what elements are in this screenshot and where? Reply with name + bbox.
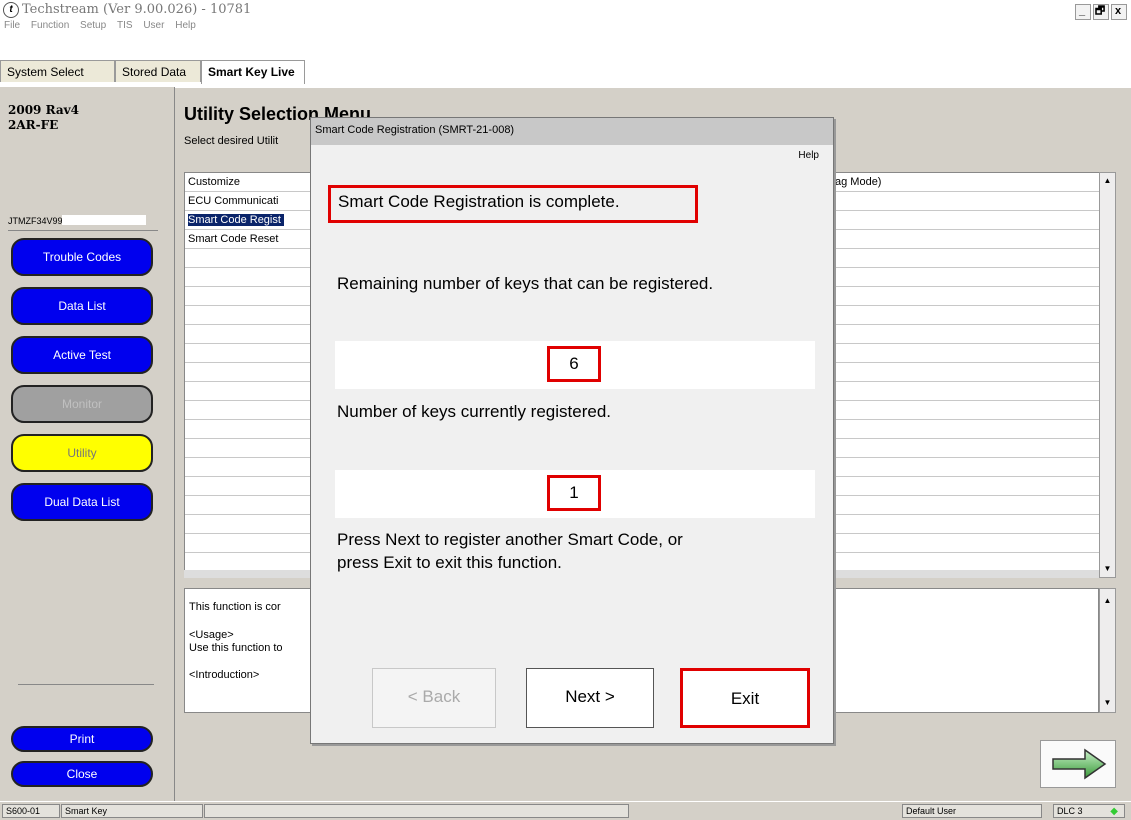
scroll-down-icon[interactable]: ▼	[1100, 561, 1115, 576]
remaining-keys-label: Remaining number of keys that can be reg…	[337, 274, 714, 293]
monitor-button[interactable]: Monitor	[11, 385, 153, 423]
description-line: This function is cor	[189, 601, 281, 613]
menu-bar: File Function Setup TIS User Help	[0, 20, 1131, 36]
vin-mask	[62, 215, 146, 225]
print-button[interactable]: Print	[11, 726, 153, 752]
data-list-button[interactable]: Data List	[11, 287, 153, 325]
smart-code-registration-dialog: Smart Code Registration (SMRT-21-008) He…	[310, 117, 834, 744]
list-scrollbar[interactable]: ▲ ▼	[1099, 172, 1116, 578]
next-arrow-button[interactable]	[1040, 740, 1116, 788]
next-button[interactable]: Next >	[526, 668, 654, 728]
description-scrollbar[interactable]: ▲ ▼	[1099, 588, 1116, 713]
exit-button[interactable]: Exit	[680, 668, 810, 728]
divider	[18, 684, 154, 685]
remaining-keys-value: 6	[547, 346, 601, 382]
description-line: <Usage>	[189, 629, 234, 641]
vin-number: JTMZF34V99	[8, 216, 63, 226]
vehicle-model: 2009 Rav4	[8, 103, 79, 117]
window-title: Techstream (Ver 9.00.026) - 10781	[22, 2, 252, 17]
registered-keys-row: 1	[335, 470, 815, 518]
status-message	[204, 804, 629, 818]
techstream-logo-icon: t	[3, 2, 19, 18]
status-connection: DLC 3 ◆	[1053, 804, 1125, 818]
help-menu[interactable]: Help	[798, 150, 819, 161]
close-window-icon[interactable]: x	[1111, 4, 1127, 20]
arrow-right-icon	[1052, 748, 1107, 780]
registered-keys-value: 1	[547, 475, 601, 511]
instruction-line: Press Next to register another Smart Cod…	[337, 530, 683, 549]
tab-smart-key-live[interactable]: Smart Key Live	[201, 60, 305, 84]
scroll-up-icon[interactable]: ▲	[1100, 593, 1115, 608]
minimize-icon[interactable]: _	[1075, 4, 1091, 20]
tab-system-select[interactable]: System Select	[0, 60, 115, 82]
trouble-codes-button[interactable]: Trouble Codes	[11, 238, 153, 276]
menu-function[interactable]: Function	[31, 20, 69, 31]
window-controls: _ 🗗 x	[1073, 1, 1127, 20]
active-test-button[interactable]: Active Test	[11, 336, 153, 374]
instruction-line: press Exit to exit this function.	[337, 553, 562, 572]
connection-status-icon: ◆	[1110, 806, 1118, 817]
list-item-mode: ag Mode)	[835, 176, 882, 188]
status-code: S600-01	[2, 804, 60, 818]
description-line: Use this function to	[189, 642, 283, 654]
dual-data-list-button[interactable]: Dual Data List	[11, 483, 153, 521]
status-function: Smart Key	[61, 804, 203, 818]
scroll-down-icon[interactable]: ▼	[1100, 695, 1115, 710]
dialog-title: Smart Code Registration (SMRT-21-008)	[311, 118, 833, 145]
menu-file[interactable]: File	[4, 20, 20, 31]
vehicle-engine: 2AR-FE	[8, 118, 59, 132]
close-button[interactable]: Close	[11, 761, 153, 787]
complete-message: Smart Code Registration is complete.	[338, 192, 620, 211]
description-line: <Introduction>	[189, 669, 260, 681]
back-button[interactable]: < Back	[372, 668, 496, 728]
menu-help[interactable]: Help	[175, 20, 196, 31]
utility-button[interactable]: Utility	[11, 434, 153, 472]
scroll-up-icon[interactable]: ▲	[1100, 173, 1115, 188]
restore-icon[interactable]: 🗗	[1093, 4, 1109, 20]
menu-user[interactable]: User	[143, 20, 164, 31]
connection-label: DLC 3	[1057, 806, 1083, 816]
status-user: Default User	[902, 804, 1042, 818]
page-subtitle: Select desired Utilit	[184, 135, 279, 147]
divider	[8, 230, 158, 231]
tab-stored-data[interactable]: Stored Data	[115, 60, 201, 82]
menu-tis[interactable]: TIS	[117, 20, 133, 31]
menu-setup[interactable]: Setup	[80, 20, 106, 31]
registered-keys-label: Number of keys currently registered.	[337, 402, 611, 421]
remaining-keys-row: 6	[335, 341, 815, 389]
